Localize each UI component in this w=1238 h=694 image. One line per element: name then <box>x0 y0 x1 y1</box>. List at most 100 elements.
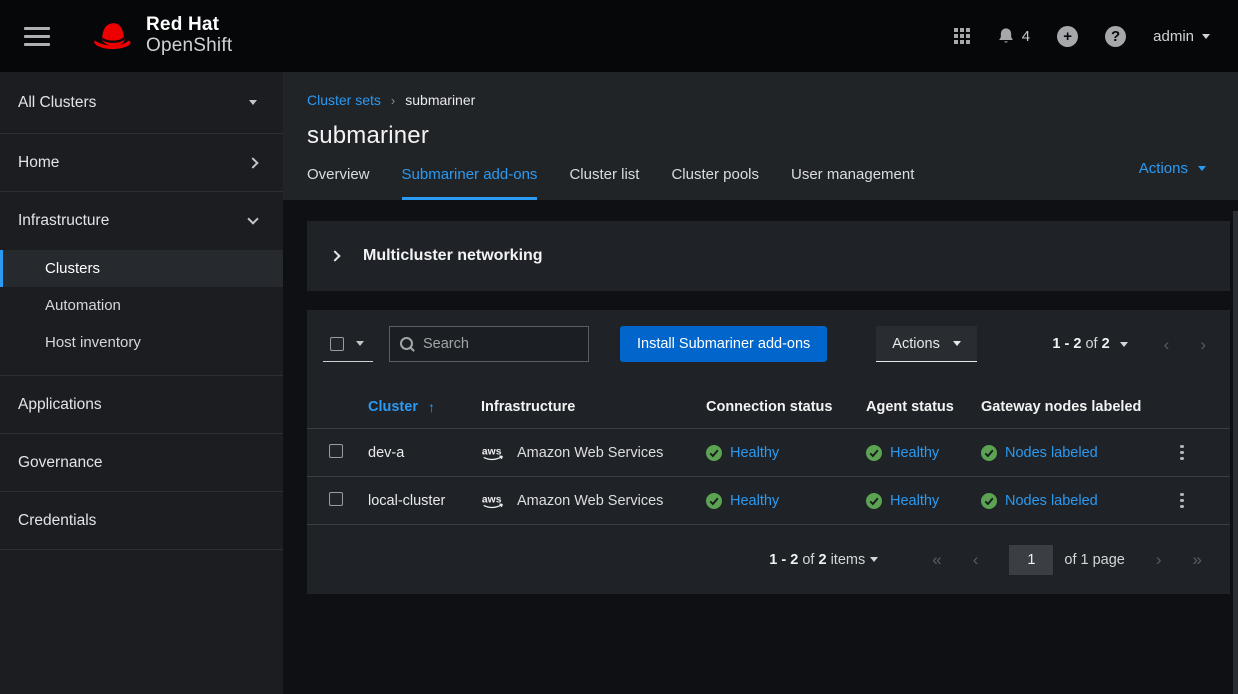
pagination-top-menu[interactable]: 1 - 2 of 2 <box>1052 336 1127 352</box>
check-circle-icon <box>706 493 722 509</box>
expand-toggle-button[interactable] <box>331 252 339 260</box>
perspective-switcher[interactable]: All Clusters <box>0 72 283 134</box>
sidebar-item-credentials[interactable]: Credentials <box>0 492 283 550</box>
pagination-of: of <box>802 552 814 568</box>
pagination-of: of <box>1085 336 1097 352</box>
page-body: Multicluster networking Install Submarin… <box>283 200 1238 694</box>
chevron-down-icon <box>247 213 258 224</box>
search-input[interactable] <box>423 336 578 352</box>
sidebar-subitem-label: Host inventory <box>45 334 141 351</box>
sidebar-group-infrastructure: Infrastructure Clusters Automation Host … <box>0 192 283 376</box>
pagination-prev-button[interactable]: ‹ <box>973 551 979 568</box>
tab-submariner-add-ons[interactable]: Submariner add-ons <box>402 166 538 200</box>
help-button[interactable]: ? <box>1105 26 1126 47</box>
connection-status-link[interactable]: Healthy <box>730 493 779 509</box>
pagination-bottom: 1 - 2 of 2 items « ‹ of 1 page › <box>307 525 1230 594</box>
sidebar-item-automation[interactable]: Automation <box>0 287 283 324</box>
caret-down-icon <box>1198 166 1206 171</box>
main-content: Cluster sets › submariner submariner Act… <box>283 72 1238 694</box>
breadcrumb-current: submariner <box>405 92 475 108</box>
pagination-range: 1 - 2 <box>1052 336 1081 352</box>
sidebar-item-host-inventory[interactable]: Host inventory <box>0 324 283 361</box>
chevron-right-icon <box>247 157 258 168</box>
breadcrumb-cluster-sets[interactable]: Cluster sets <box>307 92 381 108</box>
multicluster-networking-card: Multicluster networking <box>307 221 1230 291</box>
infrastructure-label: Amazon Web Services <box>517 445 663 461</box>
pagination-next-button[interactable]: › <box>1156 551 1162 568</box>
sort-ascending-icon: ↑ <box>428 399 435 415</box>
pagination-next-button[interactable]: › <box>1200 336 1206 353</box>
page-actions-dropdown[interactable]: Actions <box>1139 160 1206 177</box>
page-title: submariner <box>307 122 1214 150</box>
caret-down-icon <box>356 341 364 346</box>
add-resource-button[interactable]: + <box>1057 26 1078 47</box>
nav-toggle-button[interactable] <box>16 19 58 54</box>
pagination-prev-button[interactable]: ‹ <box>1164 336 1170 353</box>
tab-cluster-list[interactable]: Cluster list <box>569 166 639 200</box>
aws-icon: aws <box>481 491 508 510</box>
card-title: Multicluster networking <box>363 247 543 265</box>
page-header: Cluster sets › submariner submariner Act… <box>283 72 1238 200</box>
app-launcher-icon <box>954 28 970 44</box>
check-circle-icon <box>866 445 882 461</box>
sidebar-item-governance[interactable]: Governance <box>0 434 283 492</box>
plus-circle-icon: + <box>1057 26 1078 47</box>
bulk-select-checkbox[interactable] <box>330 337 344 351</box>
column-label: Cluster <box>368 399 418 415</box>
row-kebab-menu[interactable] <box>1180 493 1184 509</box>
check-circle-icon <box>981 493 997 509</box>
install-submariner-addons-button[interactable]: Install Submariner add-ons <box>620 326 827 362</box>
search-box <box>389 326 589 362</box>
tab-cluster-pools[interactable]: Cluster pools <box>671 166 759 200</box>
red-hat-fedora-icon <box>88 18 136 54</box>
caret-down-icon <box>1120 342 1128 347</box>
pagination-total: 2 <box>818 552 826 568</box>
chevron-right-icon <box>329 250 340 261</box>
sidebar-item-clusters[interactable]: Clusters <box>0 250 283 287</box>
sidebar-item-label: Credentials <box>18 512 96 530</box>
agent-status-link[interactable]: Healthy <box>890 445 939 461</box>
sidebar-item-infrastructure[interactable]: Infrastructure <box>0 192 283 250</box>
aws-icon: aws <box>481 443 508 462</box>
row-kebab-menu[interactable] <box>1180 445 1184 461</box>
cluster-name: dev-a <box>368 445 481 461</box>
sidebar-item-home[interactable]: Home <box>0 134 283 192</box>
user-menu[interactable]: admin <box>1153 28 1210 45</box>
username: admin <box>1153 28 1194 45</box>
row-checkbox[interactable] <box>329 444 343 458</box>
page-actions-label: Actions <box>1139 160 1188 177</box>
app-launcher-button[interactable] <box>954 28 970 44</box>
column-header-cluster[interactable]: Cluster ↑ <box>368 399 481 415</box>
scrollbar[interactable] <box>1233 211 1238 694</box>
notification-count: 4 <box>1022 28 1030 45</box>
infrastructure-label: Amazon Web Services <box>517 493 663 509</box>
connection-status-link[interactable]: Healthy <box>730 445 779 461</box>
sidebar-subitem-label: Automation <box>45 297 121 314</box>
page-number-input[interactable] <box>1009 545 1053 575</box>
masthead: Red Hat OpenShift 4 + ? admin <box>0 0 1238 72</box>
gateway-nodes-link[interactable]: Nodes labeled <box>1005 493 1098 509</box>
pagination-bottom-menu[interactable]: 1 - 2 of 2 items <box>769 552 878 568</box>
sidebar-item-label: Home <box>18 154 59 172</box>
gateway-nodes-link[interactable]: Nodes labeled <box>1005 445 1098 461</box>
table-header-row: Cluster ↑ Infrastructure Connection stat… <box>307 386 1230 429</box>
notifications-button[interactable]: 4 <box>997 27 1030 45</box>
pagination-range: 1 - 2 <box>769 552 798 568</box>
bulk-select-dropdown[interactable] <box>323 326 373 362</box>
pagination-total: 2 <box>1102 336 1110 352</box>
row-checkbox[interactable] <box>329 492 343 506</box>
sidebar-item-label: Infrastructure <box>18 212 109 230</box>
caret-down-icon <box>953 341 961 346</box>
pagination-last-button[interactable]: » <box>1193 551 1202 568</box>
tab-overview[interactable]: Overview <box>307 166 370 200</box>
caret-down-icon <box>1202 34 1210 39</box>
search-icon <box>400 337 415 352</box>
table-actions-dropdown[interactable]: Actions <box>876 326 977 362</box>
pagination-first-button[interactable]: « <box>932 551 941 568</box>
table-actions-label: Actions <box>892 336 940 352</box>
agent-status-link[interactable]: Healthy <box>890 493 939 509</box>
sidebar-item-applications[interactable]: Applications <box>0 376 283 434</box>
table-row: local-cluster aws Amazon Web Services <box>307 477 1230 525</box>
column-header-gateway-nodes: Gateway nodes labeled <box>981 399 1166 415</box>
tab-user-management[interactable]: User management <box>791 166 914 200</box>
